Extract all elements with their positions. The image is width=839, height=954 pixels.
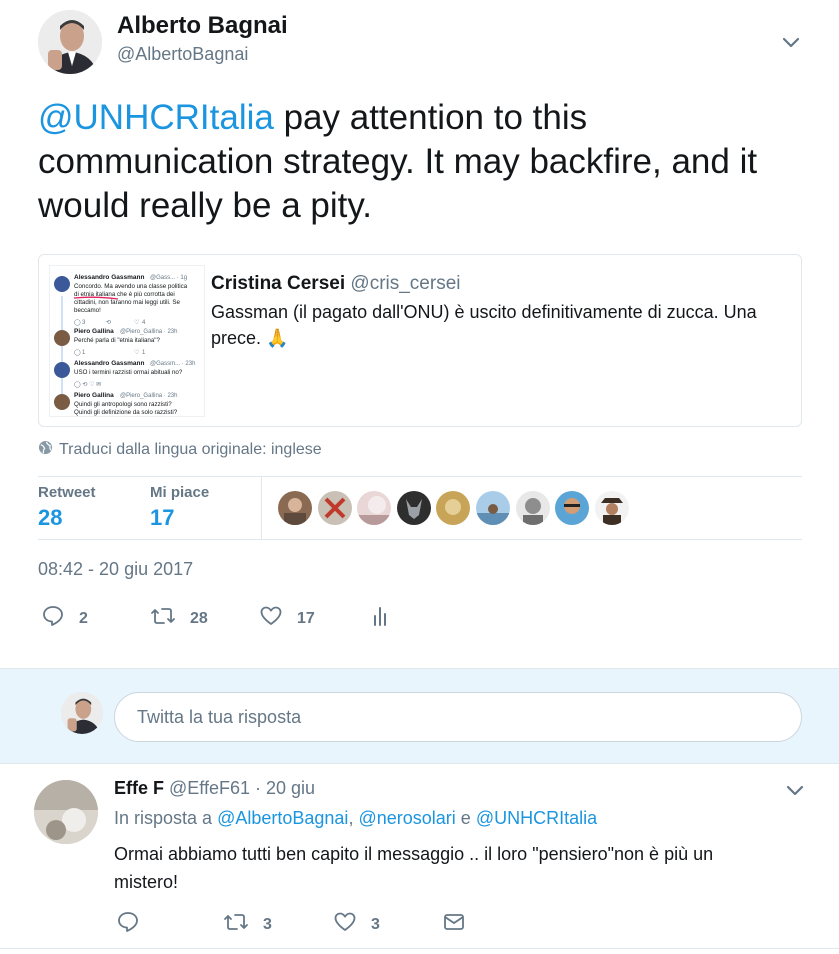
svg-text:◯: ◯ <box>74 319 81 326</box>
reply-icon <box>116 910 140 939</box>
retweet-count: 28 <box>190 609 208 627</box>
liker-avatar[interactable] <box>436 491 470 525</box>
reply-retweet-button[interactable]: 3 <box>223 910 272 939</box>
in-reply-to: In risposta a @AlbertoBagnai, @nerosolar… <box>114 808 597 829</box>
thumb-meta-2: @Piero_Gallina · 23h <box>120 329 177 335</box>
retweet-stat-label: Retweet <box>38 484 96 501</box>
heart-icon <box>333 910 357 939</box>
thumb-line-1d: beccamo! <box>74 307 101 314</box>
analytics-icon <box>368 604 392 633</box>
reply-composer: Twitta la tua risposta <box>0 668 839 764</box>
quoted-tweet-image: Alessandro Gassmann @Gass... · 1g Concor… <box>49 265 205 417</box>
in-reply-and: e <box>460 808 471 828</box>
reply-author[interactable]: Effe F @EffeF61 · 20 giu <box>114 778 315 799</box>
heart-icon <box>259 604 283 633</box>
reply-reply-button[interactable] <box>116 910 154 939</box>
in-reply-separator: , <box>348 808 354 828</box>
thumb-meta-3: @Gassm... · 23h <box>150 361 195 367</box>
reply-retweet-count: 3 <box>263 915 272 933</box>
svg-text:♡: ♡ <box>134 349 139 356</box>
in-reply-mention[interactable]: @UNHCRItalia <box>476 808 597 828</box>
thumb-line-4b: Quindi gli definizione da solo razzisti? <box>74 409 178 416</box>
reply-author-handle: @EffeF61 <box>169 778 251 798</box>
divider <box>38 476 802 477</box>
liker-avatar[interactable] <box>278 491 312 525</box>
liker-avatar[interactable] <box>555 491 589 525</box>
reply-input[interactable]: Twitta la tua risposta <box>114 692 802 742</box>
liker-avatar[interactable] <box>516 491 550 525</box>
in-reply-prefix: In risposta a <box>114 808 213 828</box>
thumb-line-3a: USO i termini razzisti ormai abituali no… <box>74 369 183 376</box>
retweet-icon <box>150 604 176 633</box>
liker-avatar[interactable] <box>357 491 391 525</box>
tweet-timestamp[interactable]: 08:42 - 20 giu 2017 <box>38 559 193 580</box>
retweet-icon <box>223 910 249 939</box>
quoted-text: Gassman (il pagato dall'ONU) è uscito de… <box>211 302 757 348</box>
retweet-stat-count: 28 <box>38 505 63 530</box>
retweet-stat[interactable]: Retweet 28 <box>38 484 96 531</box>
thumb-line-2a: Perché parla di "etnia italiana"? <box>74 337 160 344</box>
globe-icon <box>38 440 53 460</box>
author-handle[interactable]: @AlbertoBagnai <box>117 44 248 65</box>
chevron-down-icon[interactable] <box>779 30 803 54</box>
liker-avatar[interactable] <box>318 491 352 525</box>
liker-avatar[interactable] <box>595 491 629 525</box>
reply-like-count: 3 <box>371 915 380 933</box>
thumb-name-2: Piero Gallina <box>74 328 114 335</box>
reply-placeholder: Twitta la tua risposta <box>137 706 302 727</box>
reply-icon <box>41 604 65 633</box>
in-reply-mention[interactable]: @AlbertoBagnai <box>217 808 348 828</box>
analytics-button[interactable] <box>368 604 392 633</box>
svg-text:◯ ⟲ ♡ ✉: ◯ ⟲ ♡ ✉ <box>74 381 101 388</box>
quoted-author-handle: @cris_cersei <box>350 273 461 294</box>
liker-avatar[interactable] <box>397 491 431 525</box>
reply-button[interactable]: 2 <box>41 604 88 633</box>
thumb-line-1a: Concordo. Ma avendo una classe politica <box>74 283 188 290</box>
tweet-mention-link[interactable]: @UNHCRItalia <box>38 98 274 137</box>
envelope-icon <box>442 910 466 939</box>
reply-date[interactable]: 20 giu <box>266 778 315 798</box>
thumb-line-4a: Quindi gli antropologi sono razzisti? <box>74 401 172 408</box>
like-count: 17 <box>297 609 315 627</box>
divider <box>0 948 839 949</box>
reply-text: Ormai abbiamo tutti ben capito il messag… <box>114 844 714 892</box>
retweet-button[interactable]: 28 <box>150 604 208 633</box>
reply-like-button[interactable]: 3 <box>333 910 380 939</box>
thumb-name-3: Alessandro Gassmann <box>74 360 144 367</box>
in-reply-mention[interactable]: @nerosolari <box>358 808 455 828</box>
likes-stat-count: 17 <box>150 505 175 530</box>
thumb-name-1: Alessandro Gassmann <box>74 274 144 281</box>
quoted-tweet[interactable]: Alessandro Gassmann @Gass... · 1g Concor… <box>38 254 802 427</box>
liker-avatar[interactable] <box>476 491 510 525</box>
svg-text:♡: ♡ <box>134 319 139 326</box>
chevron-down-icon[interactable] <box>783 778 807 802</box>
reply-message-button[interactable] <box>442 910 466 939</box>
tweet-text: @UNHCRItalia pay attention to this commu… <box>38 96 818 228</box>
likes-stat[interactable]: Mi piace 17 <box>150 484 209 531</box>
thumb-name-4: Piero Gallina <box>74 392 114 399</box>
svg-text:⟲: ⟲ <box>106 320 111 326</box>
reply-count: 2 <box>79 609 88 627</box>
likes-stat-label: Mi piace <box>150 484 210 501</box>
reply-author-name: Effe F <box>114 778 165 798</box>
translate-link[interactable]: Traduci dalla lingua originale: inglese <box>38 440 322 460</box>
thumb-meta-1: @Gass... · 1g <box>150 275 187 281</box>
current-user-avatar <box>61 692 103 734</box>
quoted-author-name: Cristina Cersei <box>211 273 346 294</box>
translate-label: Traduci dalla lingua originale: inglese <box>59 441 322 458</box>
stats-separator <box>261 477 262 539</box>
divider <box>38 539 802 540</box>
author-name[interactable]: Alberto Bagnai <box>117 12 288 40</box>
quoted-author[interactable]: Cristina Cersei @cris_cersei <box>211 273 461 295</box>
reply-author-avatar[interactable] <box>34 780 98 844</box>
thumb-meta-4: @Piero_Gallina · 23h <box>120 393 177 399</box>
thumb-line-1c: cittadini, non faranno mai leggi utili. … <box>74 299 180 306</box>
svg-text:◯: ◯ <box>74 349 81 356</box>
like-button[interactable]: 17 <box>259 604 315 633</box>
author-avatar[interactable] <box>38 10 102 74</box>
